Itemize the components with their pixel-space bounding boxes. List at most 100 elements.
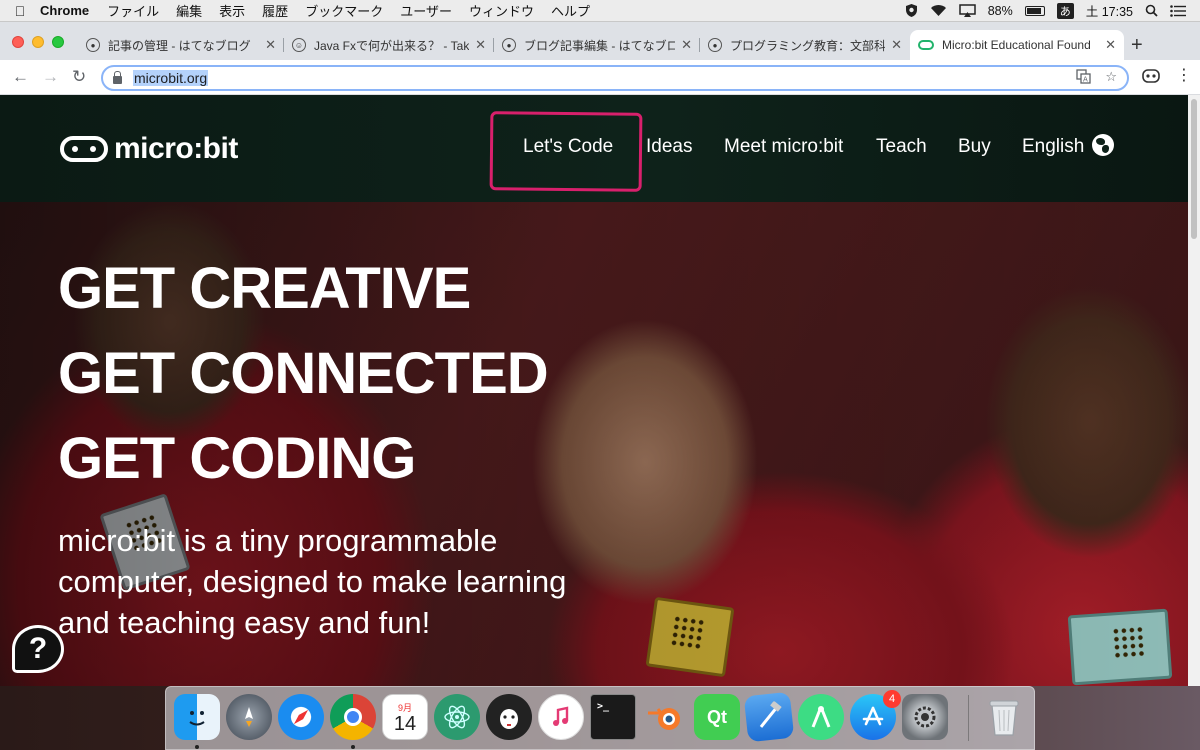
hero-subtitle: micro:bit is a tiny programmable compute… xyxy=(58,523,567,640)
xcode-icon[interactable] xyxy=(743,691,795,743)
window-controls xyxy=(12,36,64,48)
nav-meet-microbit[interactable]: Meet micro:bit xyxy=(724,136,843,158)
qt-creator-icon[interactable]: Qt xyxy=(694,694,740,740)
nav-teach[interactable]: Teach xyxy=(876,136,927,158)
menu-user[interactable]: ユーザー xyxy=(400,1,452,20)
menu-history[interactable]: 履歴 xyxy=(262,1,288,20)
annotation-highlight-box xyxy=(489,111,643,192)
tab-javafx[interactable]: ☺ Java Fxで何が出来る？ - Taku ✕ xyxy=(284,30,494,60)
globe-favicon-icon: ● xyxy=(708,38,722,52)
tab-hatena-edit[interactable]: ● ブログ記事編集 - はてなブログ ✕ xyxy=(494,30,700,60)
translate-icon[interactable]: A xyxy=(1076,69,1091,87)
bookmark-star-icon[interactable]: ☆ xyxy=(1105,69,1117,87)
tab-close-icon[interactable]: ✕ xyxy=(265,37,276,53)
input-method-indicator[interactable]: あ xyxy=(1056,2,1074,19)
tab-hatena-manage[interactable]: ● 記事の管理 - はてなブログ ✕ xyxy=(78,30,284,60)
hero-line-creative: GET CREATIVE xyxy=(58,256,471,321)
alpaca-icon[interactable] xyxy=(486,694,532,740)
launchpad-icon[interactable] xyxy=(226,694,272,740)
tab-mext[interactable]: ● プログラミング教育：文部科学省 ✕ xyxy=(700,30,910,60)
notification-badge: 4 xyxy=(883,690,901,708)
running-indicator xyxy=(195,745,199,749)
tab-strip: ● 記事の管理 - はてなブログ ✕ ☺ Java Fxで何が出来る？ - Ta… xyxy=(0,22,1200,60)
forward-arrow-icon[interactable]: → xyxy=(42,67,59,87)
reload-icon[interactable]: ↻ xyxy=(72,67,86,87)
notification-center-icon[interactable] xyxy=(1170,4,1186,17)
hero-line-coding: GET CODING xyxy=(58,426,416,491)
url-text[interactable]: microbit.org xyxy=(133,70,209,86)
microbit-favicon-icon xyxy=(918,40,934,50)
lock-icon[interactable] xyxy=(113,70,122,84)
app-store-icon[interactable]: 4 xyxy=(850,690,901,740)
help-chat-button[interactable]: ? xyxy=(12,625,64,673)
macos-menu-bar:  Chrome ファイル 編集 表示 履歴 ブックマーク ユーザー ウィンドウ… xyxy=(0,0,1200,22)
nav-language[interactable]: English xyxy=(1022,134,1115,158)
zoom-window-button[interactable] xyxy=(52,36,64,48)
menu-file[interactable]: ファイル xyxy=(107,1,159,20)
menu-app-name[interactable]: Chrome xyxy=(40,3,89,18)
tab-microbit-active[interactable]: Micro:bit Educational Found ✕ xyxy=(910,30,1124,60)
tab-title: Java Fxで何が出来る？ - Taku xyxy=(314,38,470,53)
menu-window[interactable]: ウィンドウ xyxy=(469,1,534,20)
finder-icon[interactable] xyxy=(174,694,220,740)
address-bar[interactable]: microbit.org A ☆ xyxy=(101,65,1129,91)
menu-view[interactable]: 表示 xyxy=(219,1,245,20)
close-window-button[interactable] xyxy=(12,36,24,48)
menubar-clock[interactable]: 土 17:35 xyxy=(1086,1,1133,20)
dock-separator xyxy=(968,695,969,741)
running-indicator xyxy=(351,745,355,749)
battery-percent: 88% xyxy=(987,3,1013,18)
browser-toolbar: ← → ↻ microbit.org A ☆ ⋮ xyxy=(0,60,1200,95)
wifi-icon[interactable] xyxy=(930,4,947,17)
page-scrollbar[interactable] xyxy=(1188,95,1200,686)
menu-edit[interactable]: 編集 xyxy=(176,1,202,20)
macos-dock: 9月 14 >_ Qt 4 xyxy=(165,686,1035,750)
nav-language-label: English xyxy=(1022,136,1085,157)
chrome-icon[interactable] xyxy=(330,694,376,740)
battery-icon[interactable] xyxy=(1024,5,1045,16)
airplay-icon[interactable] xyxy=(958,3,976,18)
menu-help[interactable]: ヘルプ xyxy=(551,1,590,20)
calendar-icon[interactable]: 9月 14 xyxy=(382,694,428,740)
nav-buy[interactable]: Buy xyxy=(958,136,991,158)
android-studio-icon[interactable] xyxy=(798,694,844,740)
spotlight-search-icon[interactable] xyxy=(1145,4,1158,17)
chrome-menu-icon[interactable]: ⋮ xyxy=(1176,65,1192,85)
apple-menu-icon[interactable]:  xyxy=(0,3,40,19)
itunes-icon[interactable] xyxy=(538,694,584,740)
microbit-logo[interactable]: micro:bit xyxy=(60,132,238,166)
site-header: micro:bit Let's Code Ideas Meet micro:bi… xyxy=(0,95,1188,202)
atom-icon[interactable] xyxy=(434,694,480,740)
logo-text: micro:bit xyxy=(114,132,238,165)
hero-banner: GET CREATIVE GET CONNECTED GET CODING mi… xyxy=(0,202,1188,686)
hero-line-connected: GET CONNECTED xyxy=(58,341,549,406)
calendar-month: 9月 xyxy=(397,702,412,713)
new-tab-button[interactable]: + xyxy=(1131,34,1143,57)
safari-icon[interactable] xyxy=(278,694,324,740)
terminal-icon[interactable]: >_ xyxy=(590,694,636,740)
scrollbar-thumb[interactable] xyxy=(1191,99,1197,239)
page-viewport: micro:bit Let's Code Ideas Meet micro:bi… xyxy=(0,95,1188,686)
blender-icon[interactable] xyxy=(642,694,688,740)
nav-ideas[interactable]: Ideas xyxy=(646,136,692,158)
hatena-favicon-icon: ● xyxy=(86,38,100,52)
system-preferences-icon[interactable] xyxy=(902,694,948,740)
tab-close-icon[interactable]: ✕ xyxy=(1105,37,1116,53)
minimize-window-button[interactable] xyxy=(32,36,44,48)
svg-text:A: A xyxy=(1083,76,1088,84)
vpn-shield-icon[interactable] xyxy=(905,3,918,18)
tab-close-icon[interactable]: ✕ xyxy=(891,37,902,53)
tab-title: 記事の管理 - はてなブログ xyxy=(108,38,251,53)
globe-icon xyxy=(1092,134,1115,157)
back-arrow-icon[interactable]: ← xyxy=(12,67,29,87)
microbit-logo-icon xyxy=(60,136,108,162)
calendar-day: 14 xyxy=(393,712,417,735)
trash-icon[interactable] xyxy=(981,694,1027,740)
tab-title: Micro:bit Educational Found xyxy=(942,38,1091,52)
help-question-icon: ? xyxy=(28,632,48,665)
tab-close-icon[interactable]: ✕ xyxy=(475,37,486,53)
tab-close-icon[interactable]: ✕ xyxy=(681,37,692,53)
menu-bookmarks[interactable]: ブックマーク xyxy=(305,1,383,20)
blog-favicon-icon: ☺ xyxy=(292,38,306,52)
extension-icon[interactable] xyxy=(1142,68,1160,87)
